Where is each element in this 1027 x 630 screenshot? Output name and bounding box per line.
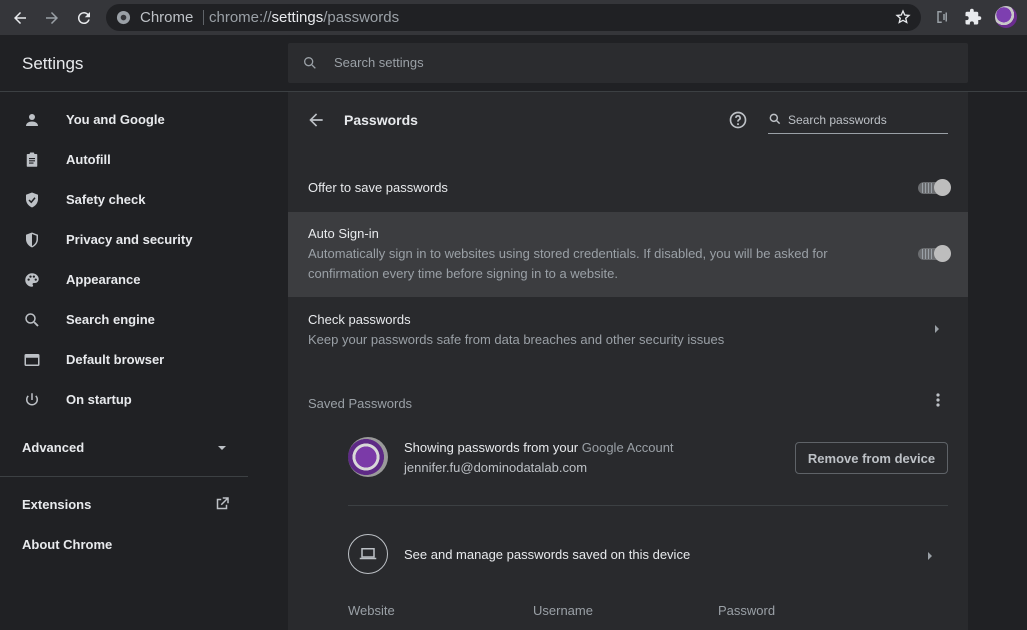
account-prefix: Showing passwords from your [404, 440, 582, 455]
sidebar-item-label: Safety check [66, 192, 146, 207]
sidebar-item-label: Privacy and security [66, 232, 193, 247]
shield-check-icon [22, 190, 42, 210]
sidebar-item-on-startup[interactable]: On startup [0, 380, 260, 420]
account-source-text: Showing passwords from your Google Accou… [404, 440, 674, 455]
puzzle-extension-icon[interactable] [963, 7, 983, 27]
sidebar-item-label: Search engine [66, 312, 155, 327]
sidebar-item-label: Appearance [66, 272, 141, 287]
search-settings-placeholder: Search settings [334, 55, 424, 70]
sidebar-item-label: Default browser [66, 352, 165, 367]
reload-button[interactable] [72, 6, 96, 30]
arrow-left-icon [14, 12, 26, 24]
browser-toolbar: Chrome chrome://settings/passwords [0, 0, 1027, 35]
sidebar-item-privacy[interactable]: Privacy and security [0, 220, 260, 260]
sidebar-advanced[interactable]: Advanced [22, 440, 84, 455]
manage-device-passwords-link[interactable]: See and manage passwords saved on this d… [404, 547, 690, 562]
search-settings-input[interactable]: Search settings [288, 43, 968, 83]
search-passwords-input[interactable]: Search passwords [768, 108, 948, 134]
omnibox-url: chrome://settings/passwords [209, 9, 399, 26]
auto-signin-toggle[interactable] [918, 245, 951, 262]
saved-passwords-heading: Saved Passwords [308, 396, 413, 411]
page-title: Passwords [344, 112, 418, 128]
offer-to-save-label: Offer to save passwords [308, 180, 448, 195]
sidebar-item-search-engine[interactable]: Search engine [0, 300, 260, 340]
reload-icon [77, 12, 90, 25]
passwords-card: Passwords Search passwords Offer to save… [288, 92, 968, 630]
caret-down-icon[interactable] [216, 444, 228, 452]
chrome-logo-icon [116, 10, 131, 25]
sidebar-extensions[interactable]: Extensions [22, 497, 91, 512]
omnibox-chrome-label: Chrome [140, 9, 194, 26]
settings-header: Settings Search settings [0, 35, 1027, 92]
check-passwords-label: Check passwords [308, 312, 411, 327]
shield-icon [22, 230, 42, 250]
search-icon [304, 57, 316, 69]
laptop-badge [348, 534, 388, 574]
url-path: /passwords [323, 9, 400, 26]
clipboard-icon [22, 150, 42, 170]
search-icon [769, 113, 781, 125]
sidebar-item-label: On startup [66, 392, 132, 407]
help-icon[interactable] [728, 110, 748, 130]
auto-signin-label: Auto Sign-in [308, 226, 379, 241]
open-in-new-icon[interactable] [213, 495, 231, 513]
section-divider [348, 505, 948, 506]
browser-icon [22, 350, 42, 370]
sidebar-item-autofill[interactable]: Autofill [0, 140, 260, 180]
person-icon [22, 110, 42, 130]
omnibox[interactable]: Chrome chrome://settings/passwords [106, 4, 921, 31]
sidebar-item-appearance[interactable]: Appearance [0, 260, 260, 300]
sidebar-item-label: Autofill [66, 152, 111, 167]
forward-button[interactable] [40, 6, 64, 30]
check-passwords-row[interactable]: Check passwords Keep your passwords safe… [288, 297, 968, 357]
sidebar-divider [0, 476, 248, 477]
sidebar: You and Google Autofill Safety check Pri… [0, 92, 260, 630]
account-avatar [348, 437, 388, 477]
sidebar-item-you-and-google[interactable]: You and Google [0, 100, 260, 140]
omnibox-separator [203, 10, 204, 25]
passwords-header: Passwords Search passwords [288, 92, 968, 148]
chevron-right-icon[interactable] [926, 551, 934, 561]
arrow-right-icon [46, 12, 58, 24]
offer-to-save-row: Offer to save passwords [288, 168, 968, 208]
url-host: settings [271, 9, 324, 26]
laptop-icon [359, 548, 377, 560]
chevron-right-icon [935, 325, 939, 333]
account-email: jennifer.fu@dominodatalab.com [404, 460, 588, 475]
settings-title: Settings [22, 54, 84, 73]
column-header-username: Username [533, 603, 593, 618]
sidebar-item-default-browser[interactable]: Default browser [0, 340, 260, 380]
offer-to-save-toggle[interactable] [918, 179, 951, 196]
palette-icon [22, 270, 42, 290]
column-header-website: Website [348, 603, 395, 618]
check-passwords-description: Keep your passwords safe from data breac… [308, 332, 725, 347]
more-vert-icon[interactable] [934, 392, 942, 408]
back-arrow-icon[interactable] [306, 110, 326, 130]
search-icon [22, 310, 42, 330]
column-header-password: Password [718, 603, 776, 618]
auto-signin-description: Automatically sign in to websites using … [308, 246, 828, 281]
google-account-link[interactable]: Google Account [582, 440, 674, 455]
sidebar-about-chrome[interactable]: About Chrome [22, 537, 112, 552]
star-icon[interactable] [895, 9, 911, 25]
clipboard-extension-icon[interactable] [931, 7, 951, 27]
remove-from-device-button[interactable]: Remove from device [795, 442, 948, 474]
auto-signin-row: Auto Sign-in Automatically sign in to we… [288, 212, 968, 297]
url-prefix: chrome:// [209, 9, 272, 26]
search-passwords-placeholder: Search passwords [788, 113, 887, 127]
back-button[interactable] [8, 6, 32, 30]
sidebar-item-label: You and Google [66, 112, 165, 127]
right-gutter [968, 92, 1027, 630]
sidebar-item-safety-check[interactable]: Safety check [0, 180, 260, 220]
profile-avatar[interactable] [995, 6, 1017, 28]
power-icon [22, 390, 42, 410]
